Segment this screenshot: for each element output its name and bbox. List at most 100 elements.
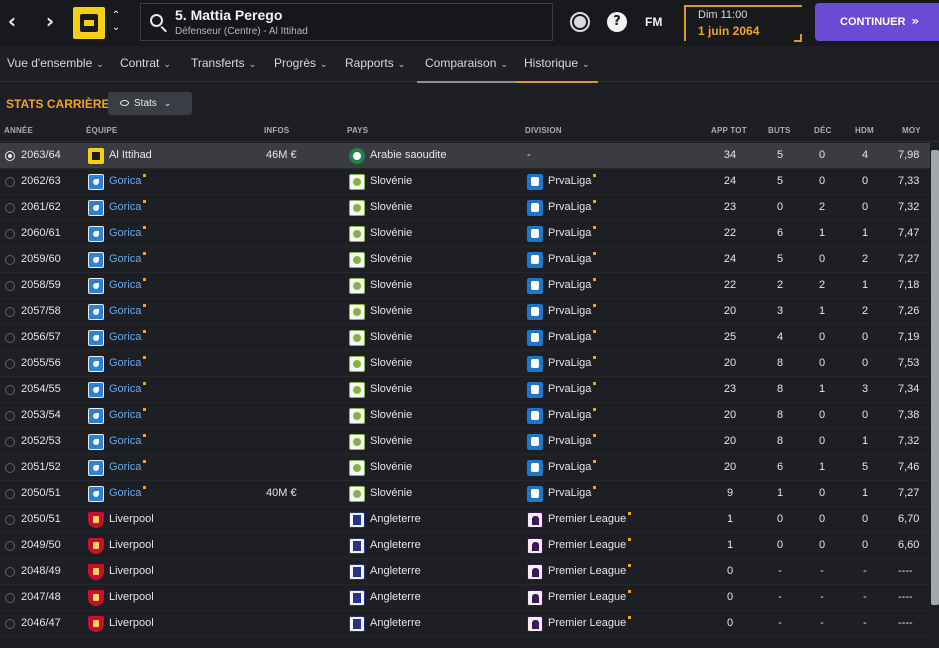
- country-flag-icon[interactable]: [349, 382, 365, 398]
- table-row[interactable]: 2050/51 Liverpool Angleterre Premier League…: [0, 507, 930, 533]
- table-row[interactable]: 2050/51 Gorica 40M € Slovénie PrvaLiga 9 1 0 1 7,…: [0, 481, 930, 507]
- row-country[interactable]: Angleterre: [370, 539, 421, 551]
- club-badge-icon[interactable]: [73, 7, 105, 39]
- col-header-pom[interactable]: HDM: [855, 126, 874, 135]
- tab-progress[interactable]: Progrès ⌄: [274, 56, 328, 70]
- club-badge-icon[interactable]: [88, 148, 104, 164]
- country-flag-icon[interactable]: [349, 616, 365, 632]
- tab-contract[interactable]: Contrat ⌄: [120, 56, 171, 70]
- country-flag-icon[interactable]: [349, 486, 365, 502]
- country-flag-icon[interactable]: [349, 564, 365, 580]
- col-header-avg[interactable]: MOY: [902, 126, 921, 135]
- row-division[interactable]: Premier League: [548, 538, 632, 551]
- competition-logo-icon[interactable]: [527, 460, 543, 476]
- back-icon[interactable]: ‹: [2, 8, 22, 34]
- row-country[interactable]: Angleterre: [370, 617, 421, 629]
- continue-button[interactable]: CONTINUER »: [815, 3, 939, 41]
- row-radio[interactable]: [5, 437, 15, 447]
- country-flag-icon[interactable]: [349, 200, 365, 216]
- row-division[interactable]: PrvaLiga: [548, 356, 597, 369]
- row-team[interactable]: Gorica: [109, 252, 147, 265]
- help-icon[interactable]: ?: [607, 12, 627, 32]
- competition-logo-icon[interactable]: [527, 564, 543, 580]
- club-badge-icon[interactable]: [88, 590, 104, 606]
- row-country[interactable]: Slovénie: [370, 461, 412, 473]
- row-division[interactable]: PrvaLiga: [548, 330, 597, 343]
- stats-view-button[interactable]: Stats ⌄: [108, 92, 192, 115]
- row-radio[interactable]: [5, 619, 15, 629]
- row-team[interactable]: Gorica: [109, 434, 147, 447]
- country-flag-icon[interactable]: [349, 356, 365, 372]
- country-flag-icon[interactable]: [349, 434, 365, 450]
- club-badge-icon[interactable]: [88, 200, 104, 216]
- row-division[interactable]: Premier League: [548, 512, 632, 525]
- club-badge-icon[interactable]: [88, 356, 104, 372]
- row-team[interactable]: Gorica: [109, 200, 147, 213]
- table-row[interactable]: 2046/47 Liverpool Angleterre Premier League…: [0, 611, 930, 637]
- row-country[interactable]: Slovénie: [370, 487, 412, 499]
- club-badge-icon[interactable]: [88, 304, 104, 320]
- tab-comparison[interactable]: Comparaison ⌄: [417, 56, 516, 83]
- row-team[interactable]: Gorica: [109, 226, 147, 239]
- col-header-division[interactable]: DIVISION: [525, 126, 562, 135]
- col-header-team[interactable]: ÉQUIPE: [86, 126, 117, 135]
- club-badge-icon[interactable]: [88, 616, 104, 632]
- row-team[interactable]: Liverpool: [109, 591, 154, 603]
- tab-reports[interactable]: Rapports ⌄: [345, 56, 405, 70]
- row-division[interactable]: PrvaLiga: [548, 486, 597, 499]
- row-radio[interactable]: [5, 593, 15, 603]
- row-division[interactable]: PrvaLiga: [548, 304, 597, 317]
- competition-logo-icon[interactable]: [527, 304, 543, 320]
- country-flag-icon[interactable]: [349, 408, 365, 424]
- table-row[interactable]: 2060/61 Gorica Slovénie PrvaLiga 22 6 1 1 7,47: [0, 221, 930, 247]
- row-country[interactable]: Slovénie: [370, 253, 412, 265]
- row-team[interactable]: Gorica: [109, 278, 147, 291]
- row-radio[interactable]: [5, 541, 15, 551]
- row-division[interactable]: PrvaLiga: [548, 460, 597, 473]
- row-division[interactable]: Premier League: [548, 590, 632, 603]
- row-radio[interactable]: [5, 307, 15, 317]
- player-search-box[interactable]: 5. Mattia Perego Défenseur (Centre) - Al…: [140, 3, 553, 41]
- table-row[interactable]: 2047/48 Liverpool Angleterre Premier League…: [0, 585, 930, 611]
- club-badge-icon[interactable]: [88, 252, 104, 268]
- row-team[interactable]: Liverpool: [109, 617, 154, 629]
- row-team[interactable]: Gorica: [109, 382, 147, 395]
- country-flag-icon[interactable]: [349, 148, 365, 164]
- row-team[interactable]: Gorica: [109, 486, 147, 499]
- club-badge-icon[interactable]: [88, 486, 104, 502]
- table-row[interactable]: 2057/58 Gorica Slovénie PrvaLiga 20 3 1 2 7,26: [0, 299, 930, 325]
- chevron-down-icon[interactable]: ⌄: [110, 21, 122, 34]
- competition-logo-icon[interactable]: [527, 486, 543, 502]
- forward-icon[interactable]: ›: [40, 8, 60, 34]
- country-flag-icon[interactable]: [349, 252, 365, 268]
- row-radio[interactable]: [5, 177, 15, 187]
- club-badge-icon[interactable]: [88, 434, 104, 450]
- row-country[interactable]: Angleterre: [370, 513, 421, 525]
- row-division[interactable]: PrvaLiga: [548, 200, 597, 213]
- row-country[interactable]: Slovénie: [370, 383, 412, 395]
- club-badge-icon[interactable]: [88, 174, 104, 190]
- date-display[interactable]: Dim 11:00 1 juin 2064: [684, 5, 802, 42]
- competition-logo-icon[interactable]: [527, 174, 543, 190]
- row-division[interactable]: PrvaLiga: [548, 174, 597, 187]
- country-flag-icon[interactable]: [349, 512, 365, 528]
- competition-logo-icon[interactable]: [527, 200, 543, 216]
- row-country[interactable]: Slovénie: [370, 435, 412, 447]
- competition-logo-icon[interactable]: [527, 356, 543, 372]
- table-row[interactable]: 2059/60 Gorica Slovénie PrvaLiga 24 5 0 2 7,27: [0, 247, 930, 273]
- row-radio[interactable]: [5, 489, 15, 499]
- col-header-year[interactable]: ANNÉE: [4, 126, 33, 135]
- country-flag-icon[interactable]: [349, 538, 365, 554]
- row-team[interactable]: Gorica: [109, 174, 147, 187]
- country-flag-icon[interactable]: [349, 330, 365, 346]
- row-country[interactable]: Slovénie: [370, 201, 412, 213]
- competition-logo-icon[interactable]: [527, 434, 543, 450]
- country-flag-icon[interactable]: [349, 278, 365, 294]
- country-flag-icon[interactable]: [349, 590, 365, 606]
- club-badge-icon[interactable]: [88, 330, 104, 346]
- table-row[interactable]: 2053/54 Gorica Slovénie PrvaLiga 20 8 0 0 7,38: [0, 403, 930, 429]
- col-header-goals[interactable]: BUTS: [768, 126, 791, 135]
- club-badge-icon[interactable]: [88, 460, 104, 476]
- row-radio[interactable]: [5, 255, 15, 265]
- competition-logo-icon[interactable]: [527, 226, 543, 242]
